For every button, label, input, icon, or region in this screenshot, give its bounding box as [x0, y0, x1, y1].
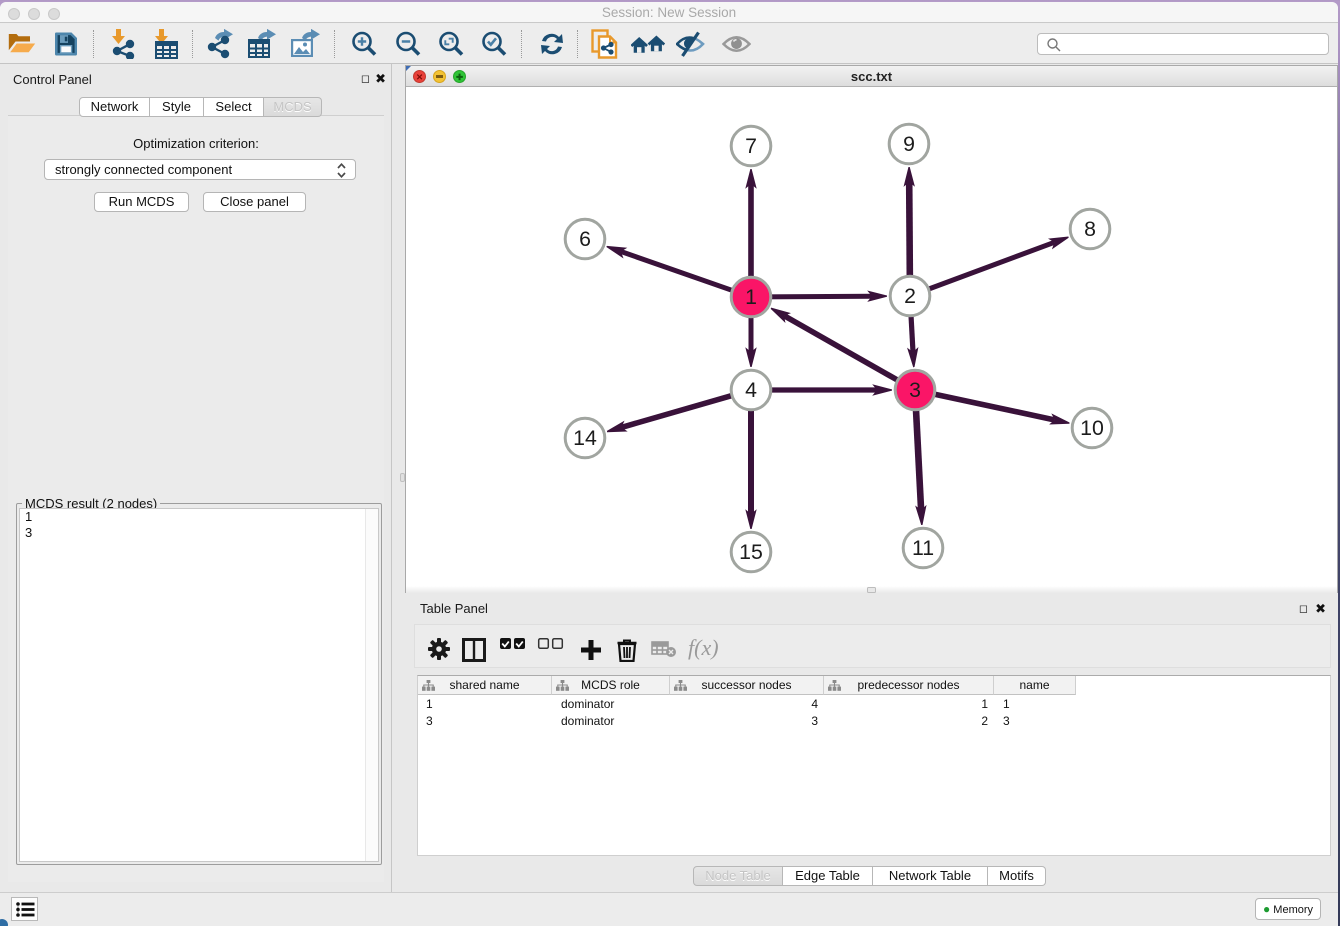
svg-text:6: 6	[579, 227, 591, 251]
svg-text:8: 8	[1084, 217, 1096, 241]
svg-text:7: 7	[745, 134, 757, 158]
svg-text:1: 1	[745, 285, 757, 309]
svg-text:11: 11	[912, 536, 934, 560]
svg-text:14: 14	[573, 426, 597, 450]
svg-text:2: 2	[904, 284, 916, 308]
svg-text:4: 4	[745, 378, 757, 402]
svg-text:15: 15	[739, 540, 763, 564]
svg-text:10: 10	[1080, 416, 1104, 440]
svg-text:3: 3	[909, 378, 921, 402]
svg-text:9: 9	[903, 132, 915, 156]
